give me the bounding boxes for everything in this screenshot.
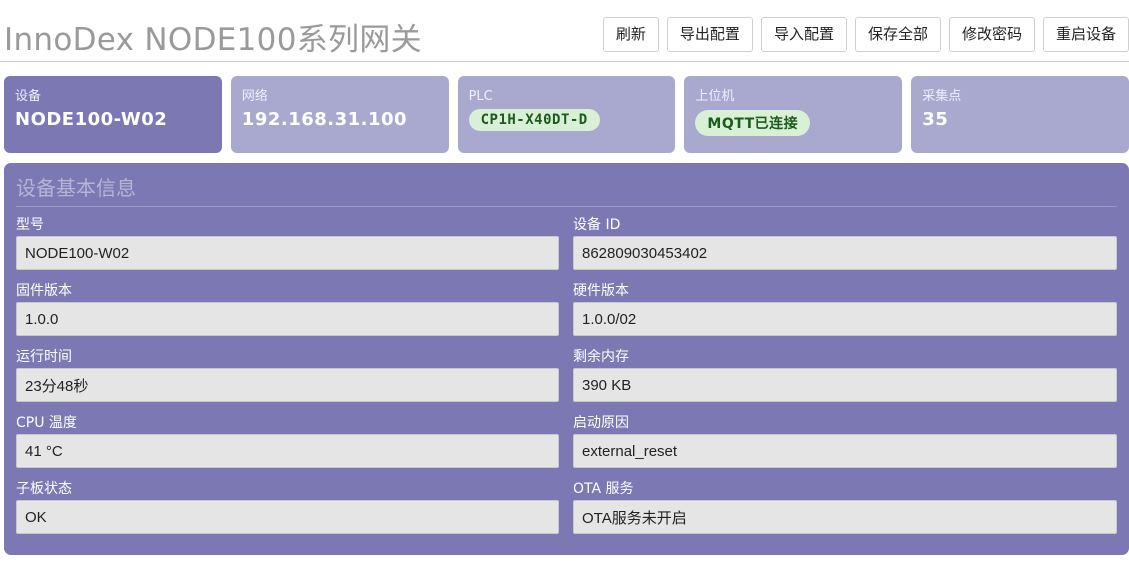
field-ota: OTA 服务 (573, 479, 1117, 545)
field-label: 设备 ID (573, 217, 621, 233)
field-subboard: 子板状态 (16, 479, 559, 545)
boot-reason-input[interactable] (573, 434, 1117, 468)
field-model: 型号 (16, 215, 559, 281)
device-info-panel: 设备基本信息 型号 设备 ID 固件版本 硬件版本 运行时间 剩余内存 CPU … (4, 163, 1129, 555)
card-value: 192.168.31.100 (241, 109, 408, 130)
device-id-input[interactable] (573, 236, 1117, 270)
field-label: 子板状态 (16, 481, 72, 497)
info-grid: 型号 设备 ID 固件版本 硬件版本 运行时间 剩余内存 CPU 温度 启动原 (16, 215, 1117, 545)
field-label: 硬件版本 (573, 283, 629, 299)
field-label: CPU 温度 (16, 415, 77, 431)
app-title: InnoDex NODE100系列网关 (4, 22, 422, 58)
card-value: 35 (922, 109, 949, 130)
card-label: 上位机 (695, 89, 735, 104)
hardware-version-input[interactable] (573, 302, 1117, 336)
card-device[interactable]: 设备 NODE100-W02 (4, 76, 222, 153)
field-free-memory: 剩余内存 (573, 347, 1117, 413)
firmware-version-input[interactable] (16, 302, 559, 336)
save-all-button[interactable]: 保存全部 (854, 17, 941, 52)
field-label: 运行时间 (16, 349, 72, 365)
header: InnoDex NODE100系列网关 刷新 导出配置 导入配置 保存全部 修改… (0, 0, 1129, 62)
field-firmware: 固件版本 (16, 281, 559, 347)
export-config-button[interactable]: 导出配置 (666, 17, 753, 52)
card-label: PLC (468, 89, 493, 104)
field-cpu-temp: CPU 温度 (16, 413, 559, 479)
toolbar: 刷新 导出配置 导入配置 保存全部 修改密码 重启设备 (602, 17, 1129, 52)
subboard-status-input[interactable] (16, 500, 559, 534)
reboot-device-button[interactable]: 重启设备 (1042, 17, 1129, 52)
status-cards: 设备 NODE100-W02 网络 192.168.31.100 PLC CP1… (4, 76, 1129, 153)
field-label: 型号 (16, 217, 44, 233)
ota-service-input[interactable] (573, 500, 1117, 534)
field-label: 剩余内存 (573, 349, 629, 365)
field-label: OTA 服务 (573, 481, 634, 497)
card-label: 网络 (241, 89, 268, 104)
card-host[interactable]: 上位机 MQTT已连接 (684, 76, 903, 153)
uptime-input[interactable] (16, 368, 559, 402)
free-memory-input[interactable] (573, 368, 1117, 402)
change-password-button[interactable]: 修改密码 (948, 17, 1035, 52)
cpu-temperature-input[interactable] (16, 434, 559, 468)
field-hardware: 硬件版本 (573, 281, 1117, 347)
card-label: 采集点 (922, 89, 962, 104)
panel-title: 设备基本信息 (16, 163, 1117, 207)
plc-status-badge: CP1H-X40DT-D (468, 109, 600, 131)
card-plc[interactable]: PLC CP1H-X40DT-D (457, 76, 676, 153)
field-boot-reason: 启动原因 (573, 413, 1117, 479)
card-value: NODE100-W02 (15, 109, 168, 130)
mqtt-status-badge: MQTT已连接 (695, 110, 811, 136)
import-config-button[interactable]: 导入配置 (760, 17, 847, 52)
field-label: 固件版本 (16, 283, 72, 299)
refresh-button[interactable]: 刷新 (602, 17, 659, 52)
model-input[interactable] (16, 236, 559, 270)
card-label: 设备 (15, 89, 42, 104)
field-uptime: 运行时间 (16, 347, 559, 413)
card-network[interactable]: 网络 192.168.31.100 (230, 76, 449, 153)
field-label: 启动原因 (573, 415, 629, 431)
field-device-id: 设备 ID (573, 215, 1117, 281)
card-points[interactable]: 采集点 35 (911, 76, 1129, 153)
